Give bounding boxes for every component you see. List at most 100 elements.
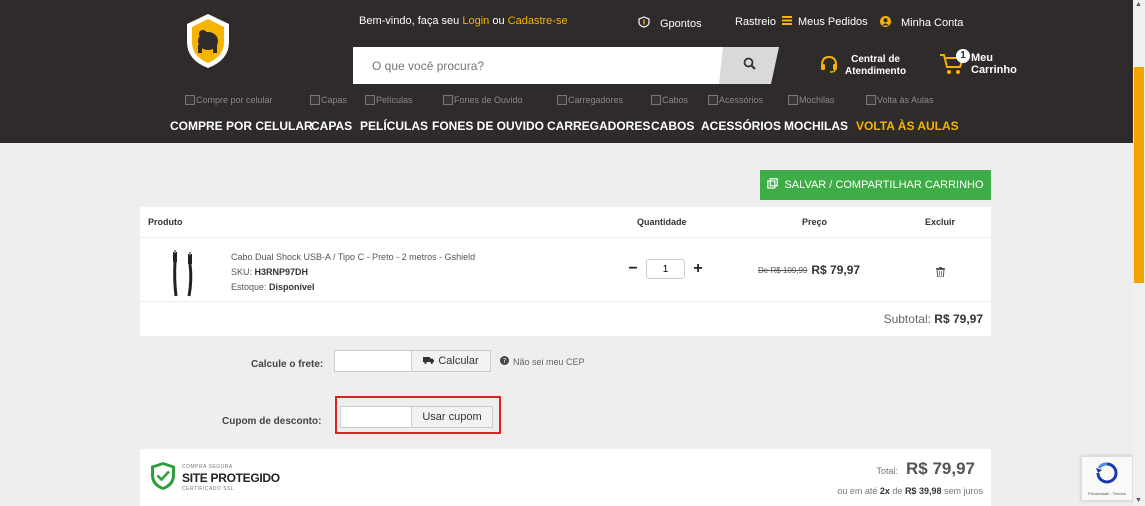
seal-small-bottom: CERTIFICADO SSL — [182, 486, 235, 492]
subtotal-value: R$ 79,97 — [934, 312, 983, 326]
search-button[interactable] — [719, 47, 779, 84]
question-icon: ? — [500, 356, 509, 367]
calculate-shipping-button[interactable]: Calcular — [411, 350, 491, 372]
search-input[interactable] — [353, 47, 723, 84]
cart-table: Produto Quantidade Preço Excluir Cabo Du… — [140, 207, 991, 336]
nav-capas[interactable]: CAPAS — [311, 119, 352, 133]
category-image-label: Volta às Aulas — [877, 95, 934, 105]
broken-image-icon — [365, 95, 375, 105]
inst-prefix: ou em até — [837, 486, 878, 496]
category-image-peliculas[interactable]: Películas — [365, 95, 413, 105]
sku-value: H3RNP97DH — [254, 267, 309, 277]
nav-mochilas[interactable]: MOCHILAS — [784, 119, 848, 133]
header-preco: Preço — [802, 217, 828, 227]
price-cell: De R$ 109,99 R$ 79,97 — [758, 263, 860, 277]
meus-pedidos-label: Meus Pedidos — [797, 16, 868, 28]
login-link[interactable]: Login — [462, 15, 489, 27]
divider — [140, 301, 991, 302]
rastreio-label: Rastreio — [735, 16, 776, 28]
category-image-mochilas[interactable]: Mochilas — [788, 95, 835, 105]
current-price: R$ 79,97 — [811, 263, 861, 277]
nav-fones-de-ouvido[interactable]: FONES DE OUVIDO — [432, 119, 544, 133]
broken-image-icon — [185, 95, 195, 105]
cart-link[interactable]: 1 Meu Carrinho — [939, 49, 1017, 76]
nav-volta-as-aulas[interactable]: VOLTA ÀS AULAS — [856, 119, 959, 133]
shield-check-icon — [150, 461, 176, 496]
headset-icon — [819, 54, 839, 78]
broken-image-icon — [708, 95, 718, 105]
broken-image-icon — [866, 95, 876, 105]
delete-item-button[interactable] — [936, 264, 945, 282]
decrease-quantity-button[interactable]: − — [627, 260, 639, 278]
header-excluir: Excluir — [925, 217, 956, 227]
inst-de: de — [892, 486, 903, 496]
scroll-up-icon[interactable]: ▲ — [1135, 1, 1142, 8]
scrollbar-thumb[interactable] — [1134, 67, 1144, 283]
cep-input[interactable] — [334, 350, 412, 372]
trash-icon — [936, 264, 945, 281]
nav-acessorios[interactable]: ACESSÓRIOS — [701, 119, 781, 133]
quantity-stepper: − + — [627, 259, 704, 279]
category-image-fones[interactable]: Fones de Ouvido — [443, 95, 523, 105]
nav-cabos[interactable]: CABOS — [651, 119, 694, 133]
category-image-label: Carregadores — [568, 95, 624, 105]
broken-image-icon — [557, 95, 567, 105]
broken-image-icon — [651, 95, 661, 105]
gshield-logo[interactable] — [183, 12, 233, 70]
divider — [140, 237, 991, 238]
central-atendimento-link[interactable]: Central de Atendimento — [819, 54, 906, 78]
list-icon — [781, 16, 792, 28]
save-share-label: SALVAR / COMPARTILHAR CARRINHO — [784, 179, 984, 191]
cart-icon: 1 — [939, 49, 970, 76]
total-value: R$ 79,97 — [906, 459, 975, 478]
nav-carregadores[interactable]: CARREGADORES — [547, 119, 650, 133]
save-share-cart-button[interactable]: SALVAR / COMPARTILHAR CARRINHO — [760, 170, 991, 200]
header-quantidade: Quantidade — [637, 217, 687, 227]
unknown-cep-link[interactable]: ? Não sei meu CEP — [500, 356, 585, 367]
total: Total: R$ 79,97 — [876, 459, 975, 479]
coupon-input[interactable] — [340, 406, 412, 428]
quantity-input[interactable] — [646, 259, 685, 279]
minha-conta-link[interactable]: Minha Conta — [880, 16, 963, 30]
increase-quantity-button[interactable]: + — [692, 260, 704, 278]
recaptcha-text: Privacidade - Termos — [1088, 490, 1126, 496]
gpontos-label: Gpontos — [660, 17, 702, 30]
svg-text:?: ? — [503, 357, 507, 365]
broken-image-icon — [788, 95, 798, 105]
cart-line2: Carrinho — [971, 64, 1017, 76]
central-line1: Central de — [851, 54, 900, 65]
calculate-label: Calcular — [438, 355, 479, 367]
stock-label: Estoque: — [231, 282, 267, 292]
header-produto: Produto — [148, 217, 183, 227]
cart-count-badge: 1 — [956, 49, 970, 63]
category-image-volta[interactable]: Volta às Aulas — [866, 95, 934, 105]
rastreio-link[interactable]: Rastreio Meus Pedidos — [735, 16, 868, 28]
nav-peliculas[interactable]: PELÍCULAS — [360, 119, 428, 133]
welcome-prefix: Bem-vindo, faça seu — [359, 15, 460, 27]
category-image-label: Fones de Ouvido — [454, 95, 523, 105]
unknown-cep-label: Não sei meu CEP — [513, 356, 585, 367]
welcome-or: ou — [492, 15, 505, 27]
category-image-acessorios[interactable]: Acessórios — [708, 95, 763, 105]
coupon-label: Cupom de desconto: — [222, 416, 322, 427]
category-image-cabos[interactable]: Cabos — [651, 95, 688, 105]
category-image-capas[interactable]: Capas — [310, 95, 347, 105]
product-name[interactable]: Cabo Dual Shock USB-A / Tipo C - Preto -… — [231, 250, 475, 265]
cart-line1: Meu — [971, 52, 993, 64]
apply-coupon-button[interactable]: Usar cupom — [411, 406, 493, 428]
scroll-down-icon[interactable]: ▼ — [1135, 497, 1142, 504]
security-seal: COMPRA SEGURA SITE PROTEGIDO CERTIFICADO… — [150, 461, 280, 496]
product-image[interactable] — [168, 250, 198, 298]
category-image-compre[interactable]: Compre por celular — [185, 95, 273, 105]
subtotal-label: Subtotal: — [883, 312, 931, 326]
sku-label: SKU: — [231, 267, 253, 277]
stock-value: Disponível — [269, 282, 315, 292]
broken-image-icon — [443, 95, 453, 105]
recaptcha-badge[interactable]: Privacidade - Termos — [1081, 456, 1133, 501]
nav-compre-por-celular[interactable]: COMPRE POR CELULAR — [170, 119, 313, 133]
page-scrollbar[interactable]: ▲ ▼ — [1133, 0, 1145, 506]
gpontos-link[interactable]: Gpontos — [638, 16, 702, 31]
register-link[interactable]: Cadastre-se — [508, 15, 568, 27]
category-image-carregadores[interactable]: Carregadores — [557, 95, 623, 105]
broken-image-icon — [310, 95, 320, 105]
